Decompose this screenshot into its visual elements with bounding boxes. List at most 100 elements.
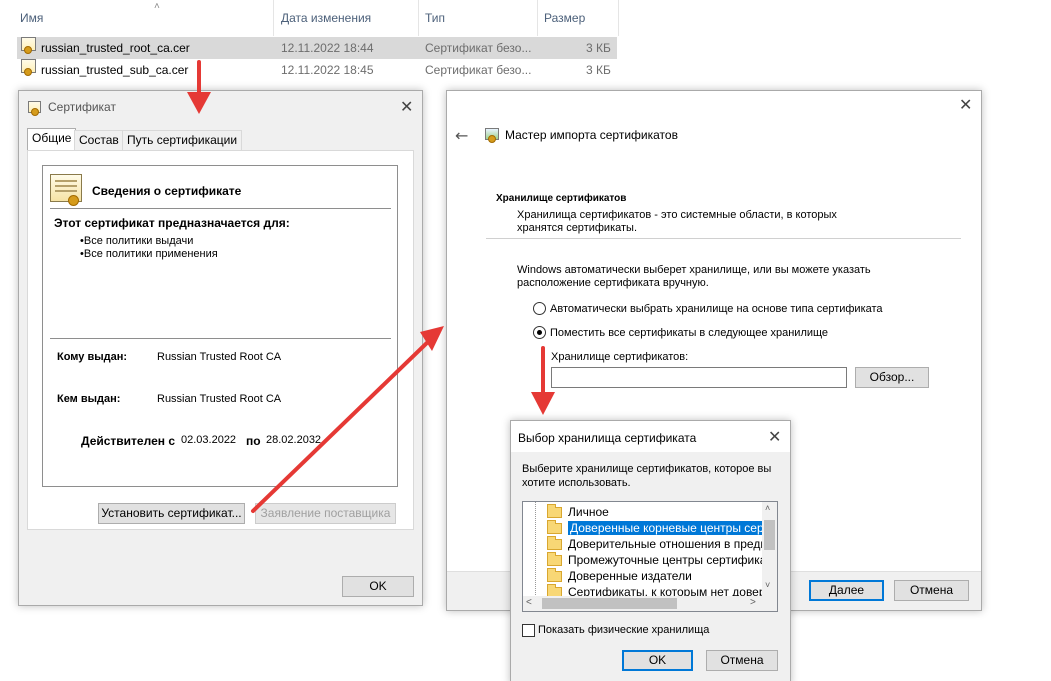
cancel-label: Отмена	[720, 653, 764, 667]
radio-auto-store[interactable]	[533, 302, 546, 315]
install-certificate-button[interactable]: Установить сертификат...	[98, 503, 245, 524]
store-cancel-button[interactable]: Отмена	[706, 650, 778, 671]
purpose-item: •Все политики выдачи	[80, 235, 194, 247]
store-dialog-prompt: хотите использовать.	[522, 477, 631, 489]
tab-certification-path[interactable]: Путь сертификации	[122, 130, 243, 150]
column-header-name[interactable]: Имя ˄	[14, 0, 274, 36]
store-item-label: Личное	[568, 505, 609, 519]
store-item-personal[interactable]: Личное	[527, 504, 609, 520]
vertical-scroll-thumb[interactable]	[764, 520, 775, 550]
close-icon[interactable]: ✕	[768, 429, 781, 445]
section-title: Хранилище сертификатов	[496, 193, 627, 204]
file-date: 12.11.2022 18:44	[281, 41, 374, 55]
wizard-title: Мастер импорта сертификатов	[505, 128, 678, 142]
tab-path-label: Путь сертификации	[127, 133, 238, 147]
valid-to-value: 28.02.2032	[266, 434, 322, 446]
column-name-label: Имя	[20, 11, 44, 25]
store-item-trusted-root[interactable]: Доверенные корневые центры сертио	[527, 520, 777, 536]
file-explorer: Имя ˄ Дата изменения Тип Размер russian_…	[0, 0, 1051, 90]
scroll-right-icon[interactable]: >	[750, 597, 756, 608]
folder-icon	[547, 536, 562, 551]
column-header-type[interactable]: Тип	[419, 0, 538, 36]
issued-to-label: Кому выдан:	[57, 351, 128, 363]
ok-label: OK	[648, 653, 667, 667]
divider	[50, 208, 391, 209]
certificate-window-title: Сертификат	[48, 100, 116, 114]
show-physical-checkbox[interactable]	[522, 624, 535, 637]
tab-details[interactable]: Состав	[74, 130, 124, 150]
horizontal-scroll-thumb[interactable]	[542, 598, 677, 609]
close-icon[interactable]: ✕	[959, 97, 972, 113]
certificate-file-icon	[21, 37, 36, 54]
ok-label: OK	[369, 579, 387, 593]
install-certificate-label: Установить сертификат...	[101, 506, 242, 520]
folder-icon	[547, 568, 562, 583]
wizard-cancel-button[interactable]: Отмена	[894, 580, 969, 601]
column-header-date[interactable]: Дата изменения	[275, 0, 419, 36]
column-size-label: Размер	[544, 11, 586, 25]
tab-general-label: Общие	[32, 131, 72, 145]
file-size: 3 КБ	[586, 41, 611, 55]
folder-icon	[547, 552, 562, 567]
store-field-label: Хранилище сертификатов:	[551, 351, 689, 363]
store-ok-button[interactable]: OK	[622, 650, 693, 671]
scroll-left-icon[interactable]: <	[526, 597, 532, 608]
certificate-info-heading: Сведения о сертификате	[92, 184, 242, 198]
store-explanation: расположение сертификата вручную.	[517, 277, 709, 289]
sort-up-icon: ˄	[154, 1, 160, 12]
store-item-trusted-publishers[interactable]: Доверенные издатели	[527, 568, 692, 584]
next-label: Далее	[828, 583, 865, 597]
file-row-sub-ca[interactable]: russian_trusted_sub_ca.cer 12.11.2022 18…	[17, 59, 617, 81]
store-item-intermediate[interactable]: Промежуточные центры сертификаци	[527, 552, 778, 568]
file-type: Сертификат безо...	[425, 63, 532, 77]
divider	[50, 338, 391, 339]
file-row-root-ca[interactable]: russian_trusted_root_ca.cer 12.11.2022 1…	[17, 37, 617, 59]
wizard-icon	[485, 128, 499, 143]
store-dialog-title: Выбор хранилища сертификата	[518, 431, 697, 445]
store-item-enterprise-trust[interactable]: Доверительные отношения в предпри	[527, 536, 778, 552]
file-type: Сертификат безо...	[425, 41, 532, 55]
next-button[interactable]: Далее	[809, 580, 884, 601]
radio-manual-store[interactable]	[533, 326, 546, 339]
scroll-down-icon[interactable]: ˅	[765, 580, 770, 590]
show-physical-label: Показать физические хранилища	[538, 624, 710, 636]
cancel-label: Отмена	[909, 583, 954, 597]
folder-icon	[547, 520, 562, 535]
arrowhead	[420, 326, 444, 351]
divider	[486, 238, 961, 239]
store-item-label: Доверенные корневые центры сертио	[568, 521, 777, 535]
column-header-size[interactable]: Размер	[538, 0, 619, 36]
section-description: Хранилища сертификатов - это системные о…	[517, 209, 837, 221]
close-icon[interactable]: ✕	[400, 99, 413, 115]
file-name: russian_trusted_root_ca.cer	[41, 41, 190, 55]
file-size: 3 КБ	[586, 63, 611, 77]
store-item-label: Промежуточные центры сертификаци	[568, 553, 778, 567]
column-type-label: Тип	[425, 11, 446, 25]
radio-manual-label: Поместить все сертификаты в следующее хр…	[550, 327, 829, 339]
folder-icon	[547, 504, 562, 519]
radio-auto-label: Автоматически выбрать хранилище на основ…	[550, 303, 883, 315]
issued-by-label: Кем выдан:	[57, 393, 121, 405]
issued-by-value: Russian Trusted Root CA	[157, 393, 282, 405]
file-name: russian_trusted_sub_ca.cer	[41, 63, 189, 77]
section-description: хранятся сертификаты.	[517, 222, 637, 234]
purpose-item: •Все политики применения	[80, 248, 218, 260]
certificate-title-icon	[28, 101, 41, 116]
browse-label: Обзор...	[869, 370, 915, 384]
issuer-statement-button[interactable]: Заявление поставщика	[255, 503, 396, 524]
file-date: 12.11.2022 18:45	[281, 63, 374, 77]
column-date-label: Дата изменения	[281, 11, 372, 25]
issuer-statement-label: Заявление поставщика	[260, 506, 391, 520]
back-arrow-icon[interactable]: ←	[455, 126, 468, 145]
store-input[interactable]	[551, 367, 847, 388]
store-explanation: Windows автоматически выберет хранилище,…	[517, 264, 871, 276]
scroll-up-icon[interactable]: ˄	[765, 503, 770, 513]
certificate-icon	[50, 174, 82, 206]
store-item-label: Доверительные отношения в предпри	[568, 537, 778, 551]
tab-general[interactable]: Общие	[27, 128, 77, 151]
browse-button[interactable]: Обзор...	[855, 367, 929, 388]
valid-from-value: 02.03.2022	[181, 434, 237, 446]
certificate-ok-button[interactable]: OK	[342, 576, 414, 597]
valid-from-label: Действителен с	[81, 434, 175, 448]
certificate-file-icon	[21, 59, 36, 76]
